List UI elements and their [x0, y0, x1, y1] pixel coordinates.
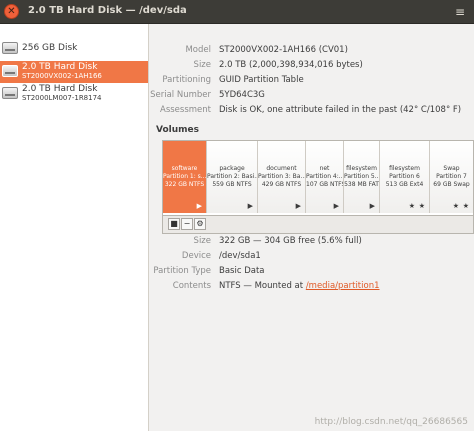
partition-type-value: Basic Data	[219, 266, 265, 276]
partition-name: filesystem	[389, 165, 420, 172]
partition-name: software	[171, 165, 198, 172]
assessment-row: Assessment Disk is OK, one attribute fai…	[150, 105, 474, 118]
partition-number: Partition 7	[436, 173, 467, 180]
size-label: Size	[193, 60, 211, 70]
device-label: Device	[181, 251, 211, 261]
disk-sidebar: 256 GB Disk 2.0 TB Hard Disk ST2000VX002…	[0, 24, 149, 431]
play-icon: ▶	[196, 202, 202, 210]
close-icon[interactable]: ✕	[4, 4, 19, 19]
play-icon: ▶	[247, 202, 253, 210]
star-icon: ★	[408, 202, 415, 210]
mount-point-link[interactable]: /media/partition1	[306, 281, 380, 291]
stop-button[interactable]: ■	[168, 218, 180, 230]
partition-size: 559 GB NTFS	[212, 181, 252, 188]
partitioning-label: Partitioning	[162, 75, 211, 85]
star-icon: ★	[462, 202, 469, 210]
size-row: Size 2.0 TB (2,000,398,934,016 bytes)	[150, 60, 474, 73]
partition-number: Partition 6	[389, 173, 420, 180]
partition-size-label: Size	[193, 236, 211, 246]
contents-label: Contents	[172, 281, 211, 291]
model-row: Model ST2000VX002-1AH166 (CV01)	[150, 45, 474, 58]
partition-name: document	[266, 165, 297, 172]
partition-size: 538 MB FAT	[344, 181, 379, 188]
partitioning-row: Partitioning GUID Partition Table	[150, 75, 474, 88]
disk-name: 2.0 TB Hard Disk	[22, 84, 98, 94]
disk-name: 2.0 TB Hard Disk	[22, 62, 98, 72]
partition-type-label: Partition Type	[153, 266, 211, 276]
drive-icon	[2, 65, 18, 77]
contents-prefix: NTFS — Mounted at	[219, 281, 306, 291]
device-value: /dev/sda1	[219, 251, 261, 261]
serial-label: Serial Number	[150, 90, 211, 100]
partition-block[interactable]: document Partition 3: Ba... 429 GB NTFS …	[258, 141, 306, 213]
assessment-label: Assessment	[160, 105, 211, 115]
disk-name: 256 GB Disk	[22, 43, 78, 53]
partition-block[interactable]: package Partition 2: Basi... 559 GB NTFS…	[207, 141, 258, 213]
disk-details: Model ST2000VX002-1AH166 (CV01) Size 2.0…	[150, 24, 474, 431]
assessment-value: Disk is OK, one attribute failed in the …	[219, 105, 462, 115]
watermark: http://blog.csdn.net/qq_26686565	[314, 417, 468, 427]
drive-icon	[2, 87, 18, 99]
partition-block[interactable]: net Partition 4:... 107 GB NTFS ▶	[306, 141, 344, 213]
partition-name: package	[219, 165, 245, 172]
size-value: 2.0 TB (2,000,398,934,016 bytes)	[219, 60, 363, 70]
partition-type-row: Partition Type Basic Data	[150, 266, 474, 279]
star-icon: ★	[418, 202, 425, 210]
partition-block-selected[interactable]: software Partition 1: s... 322 GB NTFS ▶	[163, 141, 207, 213]
device-row: Device /dev/sda1	[150, 251, 474, 264]
partition-block[interactable]: filesystem Partition 6 513 GB Ext4 ★ ★	[380, 141, 430, 213]
star-icon: ★	[452, 202, 459, 210]
partition-number: Partition 4:...	[306, 173, 343, 180]
window-title: 2.0 TB Hard Disk — /dev/sda	[28, 5, 187, 16]
partition-block[interactable]: Swap Partition 7 69 GB Swap ★ ★	[430, 141, 473, 213]
disk-model: ST2000VX002-1AH166	[22, 72, 102, 80]
partition-number: Partition 1: s...	[163, 173, 206, 180]
settings-icon[interactable]: ⚙	[194, 218, 206, 230]
contents-value: NTFS — Mounted at /media/partition1	[219, 281, 380, 291]
title-bar: ✕ 2.0 TB Hard Disk — /dev/sda ≡	[0, 0, 474, 24]
partition-number: Partition 5...	[344, 173, 379, 180]
partition-size: 69 GB Swap	[433, 181, 470, 188]
volume-map: software Partition 1: s... 322 GB NTFS ▶…	[162, 140, 474, 216]
partition-block[interactable]: filesystem Partition 5... 538 MB FAT ▶	[344, 141, 380, 213]
model-value: ST2000VX002-1AH166 (CV01)	[219, 45, 348, 55]
partition-name: Swap	[443, 165, 460, 172]
disk-item-selected[interactable]: 2.0 TB Hard Disk ST2000VX002-1AH166	[0, 61, 148, 83]
partition-number: Partition 2: Basi...	[207, 173, 257, 180]
play-icon: ▶	[333, 202, 339, 210]
menu-icon[interactable]: ≡	[452, 4, 468, 20]
partition-size-row: Size 322 GB — 304 GB free (5.6% full)	[150, 236, 474, 249]
contents-row: Contents NTFS — Mounted at /media/partit…	[150, 281, 474, 294]
partition-size: 322 GB NTFS	[164, 181, 205, 188]
partition-size: 107 GB NTFS	[306, 181, 343, 188]
model-label: Model	[185, 45, 211, 55]
partitioning-value: GUID Partition Table	[219, 75, 304, 85]
partition-name: filesystem	[346, 165, 377, 172]
disk-item[interactable]: 256 GB Disk	[0, 38, 148, 60]
partition-size-value: 322 GB — 304 GB free (5.6% full)	[219, 236, 362, 246]
volumes-heading: Volumes	[156, 125, 199, 135]
volume-toolbar: ■ − ⚙	[162, 216, 474, 234]
partition-number: Partition 3: Ba...	[258, 173, 305, 180]
partition-name: net	[319, 165, 330, 172]
partition-size: 429 GB NTFS	[261, 181, 302, 188]
partition-size: 513 GB Ext4	[385, 181, 424, 188]
disk-model: ST2000LM007-1R8174	[22, 94, 102, 102]
serial-row: Serial Number 5YD64C3G	[150, 90, 474, 103]
disk-item[interactable]: 2.0 TB Hard Disk ST2000LM007-1R8174	[0, 83, 148, 105]
drive-icon	[2, 42, 18, 54]
remove-partition-button[interactable]: −	[181, 218, 193, 230]
play-icon: ▶	[295, 202, 301, 210]
serial-value: 5YD64C3G	[219, 90, 265, 100]
play-icon: ▶	[369, 202, 375, 210]
